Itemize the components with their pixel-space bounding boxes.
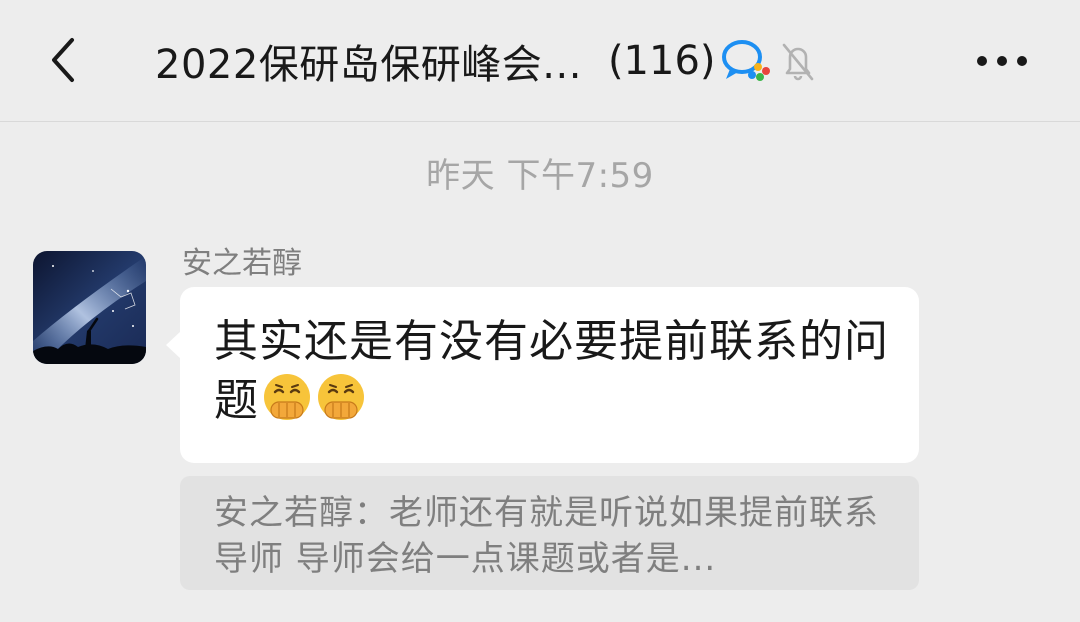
ellipsis-icon: [977, 56, 1027, 66]
member-count: (116): [607, 38, 716, 84]
quoted-message[interactable]: 安之若醇：老师还有就是听说如果提前联系导师 导师会给一点课题或者是...: [180, 476, 919, 590]
back-button[interactable]: [36, 30, 90, 90]
chat-title-group[interactable]: 2022保研岛保研峰会... (116): [155, 30, 820, 92]
bubble-tail: [166, 331, 181, 359]
grimacing-hand-over-mouth-emoji: [261, 371, 313, 423]
chat-title: 2022保研岛保研峰会...: [155, 42, 582, 88]
wecom-chat-icon: [720, 37, 776, 85]
more-options-button[interactable]: [970, 34, 1034, 88]
message-timestamp: 昨天 下午7:59: [426, 156, 654, 196]
chat-header: 2022保研岛保研峰会... (116): [0, 0, 1080, 122]
starry-sky-avatar[interactable]: [33, 251, 146, 364]
sender-name: 安之若醇: [182, 246, 302, 281]
chevron-left-icon: [52, 38, 74, 82]
message-bubble[interactable]: 其实还是有没有必要提前联系的问题: [166, 287, 919, 463]
message-text-container: 其实还是有没有必要提前联系的问题: [214, 313, 889, 430]
bell-muted-icon: [776, 37, 820, 85]
grimacing-hand-over-mouth-emoji: [315, 371, 367, 423]
